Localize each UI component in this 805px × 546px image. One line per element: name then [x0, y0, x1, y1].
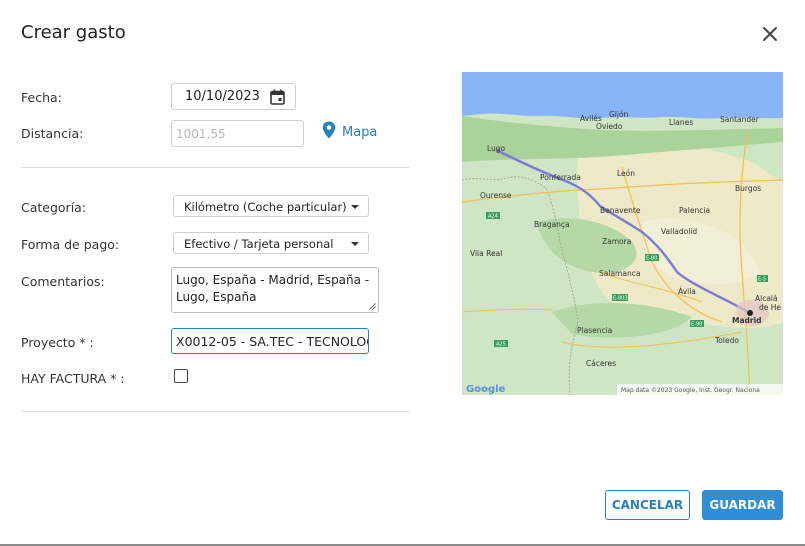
road-label-e5: E-5	[758, 277, 766, 283]
fecha-value: 10/10/2023	[185, 89, 260, 104]
map-label-de-he: de He	[759, 303, 781, 312]
distancia-placeholder: 1001,55	[176, 127, 226, 141]
route-map[interactable]: Avilés Gijón Oviedo Llanes Santander Lug…	[462, 72, 783, 395]
distancia-label: Distancia:	[21, 126, 84, 141]
map-label-avila: Ávila	[678, 287, 696, 296]
map-label-braganca: Bragança	[534, 220, 570, 229]
distancia-input[interactable]: 1001,55	[171, 120, 304, 147]
map-pin-icon	[322, 121, 336, 139]
divider	[21, 167, 409, 168]
forma-pago-label: Forma de pago:	[21, 237, 120, 252]
calendar-icon[interactable]	[270, 89, 285, 105]
map-label-zamora: Zamora	[602, 237, 631, 246]
map-label-toledo: Toledo	[714, 336, 739, 345]
divider	[21, 411, 409, 412]
categoria-label: Categoría:	[21, 200, 87, 215]
forma-pago-select[interactable]: Efectivo / Tarjeta personal	[173, 232, 369, 254]
chevron-down-icon	[351, 242, 359, 246]
hay-factura-label: HAY FACTURA * :	[21, 371, 125, 386]
map-label-alcala: Alcalá	[755, 294, 778, 303]
map-label-plasencia: Plasencia	[577, 326, 612, 335]
map-label-palencia: Palencia	[679, 206, 710, 215]
map-label-salamanca: Salamanca	[599, 269, 640, 278]
resize-grip-icon[interactable]	[369, 303, 376, 310]
proyecto-input[interactable]: X0012-05 - SA.TEC - TECNOLOG	[171, 328, 369, 354]
fecha-field[interactable]: 10/10/2023	[171, 83, 296, 110]
map-attribution: Map data ©2023 Google, Inst. Geogr. Naci…	[621, 387, 760, 394]
map-label-oviedo: Oviedo	[596, 122, 623, 131]
forma-pago-value: Efectivo / Tarjeta personal	[184, 237, 334, 251]
fecha-label: Fecha:	[21, 90, 62, 105]
road-label-e90: E-90	[691, 322, 702, 328]
map-label-lugo: Lugo	[487, 144, 506, 153]
comentarios-line-2: Lugo, España	[176, 290, 257, 304]
map-label-valladolid: Valladolid	[661, 227, 697, 236]
map-label-gijon: Gijón	[609, 110, 629, 119]
mapa-label: Mapa	[342, 125, 378, 140]
hay-factura-checkbox[interactable]	[174, 369, 188, 383]
map-label-leon: León	[617, 169, 635, 178]
proyecto-label: Proyecto * :	[21, 335, 94, 350]
categoria-value: Kilómetro (Coche particular)	[184, 200, 347, 214]
map-label-madrid: Madrid	[732, 316, 762, 325]
road-label-a25: A25	[496, 342, 506, 348]
close-icon[interactable]	[758, 22, 782, 46]
comentarios-label: Comentarios:	[21, 274, 105, 289]
map-label-vila-real: Vila Real	[470, 249, 502, 258]
road-label-a24: A24	[488, 214, 498, 220]
map-label-llanes: Llanes	[669, 118, 693, 127]
road-label-e80: E-80	[646, 256, 657, 262]
map-label-caceres: Cáceres	[586, 359, 616, 368]
save-button[interactable]: GUARDAR	[702, 490, 783, 520]
comentarios-textarea[interactable]: Lugo, España - Madrid, España - Lugo, Es…	[171, 267, 379, 313]
road-label-e803: E-803	[613, 296, 628, 302]
categoria-select[interactable]: Kilómetro (Coche particular)	[173, 195, 369, 217]
comentarios-line-1: Lugo, España - Madrid, España -	[176, 273, 370, 287]
proyecto-value: X0012-05 - SA.TEC - TECNOLOG	[176, 334, 369, 349]
create-expense-dialog: Crear gasto Fecha: 10/10/2023 Distancia:…	[0, 0, 805, 546]
map-label-santander: Santander	[720, 115, 760, 124]
cancel-button[interactable]: CANCELAR	[605, 490, 690, 520]
map-label-benavente: Benavente	[600, 206, 641, 215]
map-label-ponferrada: Ponferrada	[540, 173, 581, 182]
google-logo: Google	[466, 384, 506, 395]
chevron-down-icon	[351, 205, 359, 209]
map-label-burgos: Burgos	[735, 184, 761, 193]
map-label-ourense: Ourense	[480, 191, 512, 200]
dialog-title: Crear gasto	[21, 22, 126, 43]
